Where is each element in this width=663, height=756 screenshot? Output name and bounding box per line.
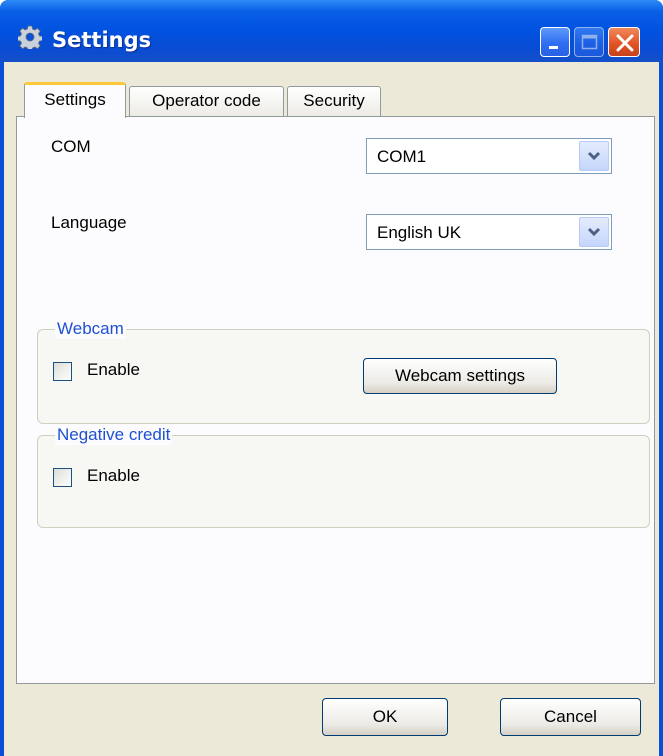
negative-credit-enable-label: Enable (87, 466, 140, 485)
tab-security[interactable]: Security (287, 86, 381, 116)
cancel-button-label: Cancel (544, 707, 597, 726)
maximize-button[interactable] (574, 27, 604, 57)
language-select[interactable]: English UK (366, 214, 612, 250)
gear-icon (18, 25, 42, 49)
webcam-enable-checkbox[interactable] (53, 362, 72, 381)
tab-operator-code[interactable]: Operator code (129, 86, 284, 116)
minimize-icon (549, 46, 558, 49)
maximize-icon (581, 34, 598, 50)
chevron-down-icon (587, 227, 601, 237)
chevron-down-icon (587, 151, 601, 161)
cancel-button[interactable]: Cancel (500, 698, 641, 736)
webcam-enable-label: Enable (87, 360, 140, 379)
tab-security-label: Security (303, 91, 365, 110)
com-dropdown-button[interactable] (579, 141, 609, 171)
language-dropdown-button[interactable] (579, 217, 609, 247)
com-label: COM (51, 137, 91, 156)
language-label: Language (51, 213, 127, 232)
title-bar[interactable]: Settings (0, 0, 663, 62)
minimize-button[interactable] (540, 27, 570, 57)
tab-settings-label: Settings (44, 90, 106, 109)
negative-credit-enable-checkbox[interactable] (53, 468, 72, 487)
tab-panel-settings: COM COM1 Language English UK Webcam Enab… (16, 116, 655, 684)
webcam-settings-button[interactable]: Webcam settings (363, 358, 557, 394)
window-title: Settings (52, 28, 152, 52)
language-select-value: English UK (377, 223, 462, 242)
tab-operator-code-label: Operator code (152, 91, 261, 110)
ok-button-label: OK (372, 707, 398, 726)
com-select[interactable]: COM1 (366, 138, 612, 174)
close-button[interactable] (608, 27, 640, 57)
webcam-group-title: Webcam (55, 319, 126, 339)
settings-window: Settings Settings Operator code Security… (0, 0, 663, 756)
tab-settings[interactable]: Settings (24, 82, 126, 118)
com-select-value: COM1 (377, 147, 427, 166)
negative-credit-group-title: Negative credit (55, 425, 173, 445)
ok-button[interactable]: OK (322, 698, 448, 736)
close-icon (616, 34, 634, 52)
webcam-settings-button-label: Webcam settings (394, 366, 526, 385)
dialog-body: Settings Operator code Security COM COM1… (4, 62, 659, 756)
